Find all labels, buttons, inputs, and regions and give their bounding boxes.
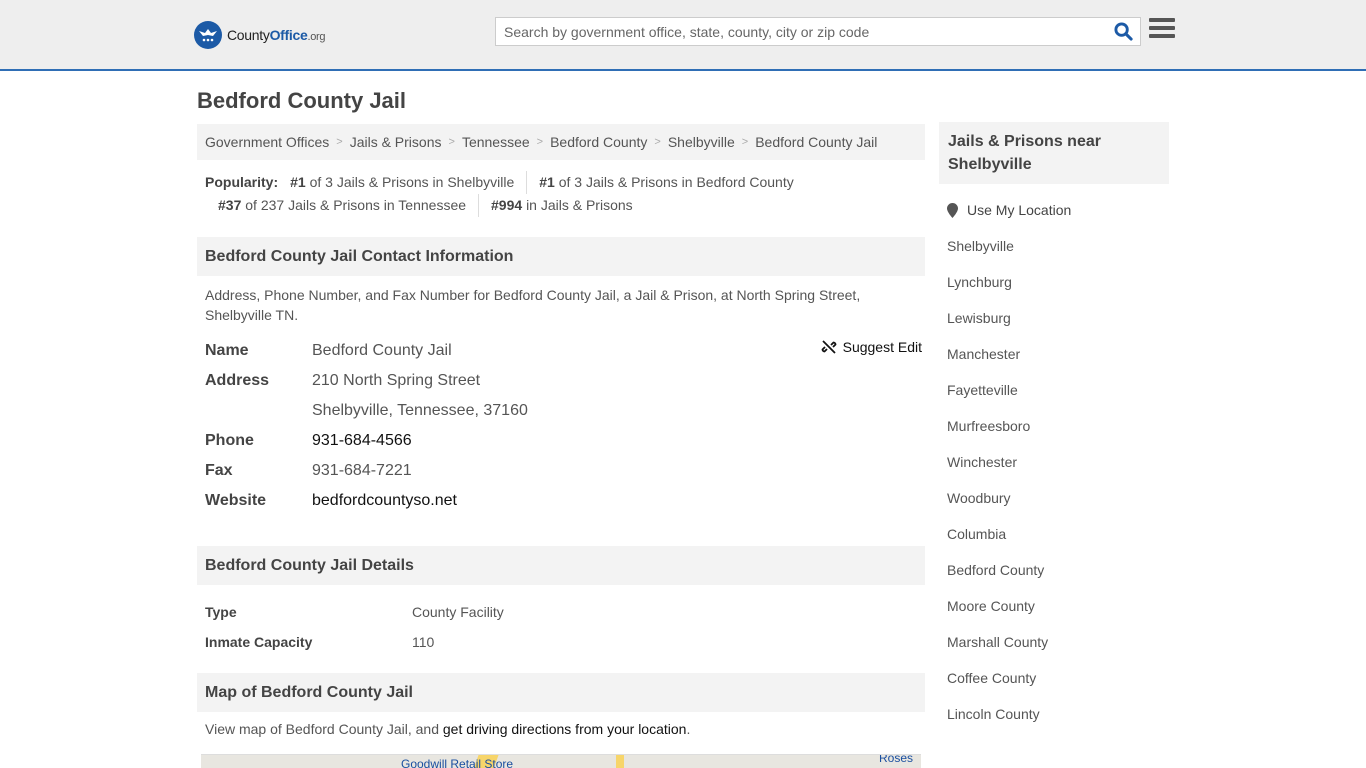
site-header: CountyOffice.org bbox=[0, 0, 1366, 71]
search-input[interactable] bbox=[496, 18, 1106, 45]
chevron-right-icon: > bbox=[336, 136, 343, 148]
contact-heading: Bedford County Jail Contact Information bbox=[197, 237, 925, 276]
driving-directions-link[interactable]: get driving directions from your locatio… bbox=[443, 721, 687, 737]
capacity-label: Inmate Capacity bbox=[205, 634, 313, 650]
name-value: Bedford County Jail bbox=[312, 342, 452, 359]
suggest-edit-link[interactable]: Suggest Edit bbox=[843, 339, 922, 355]
search-button[interactable] bbox=[1106, 18, 1140, 45]
details-table: Type County Facility Inmate Capacity 110 bbox=[205, 597, 925, 657]
breadcrumb-tennessee[interactable]: Tennessee bbox=[462, 134, 530, 150]
phone-link[interactable]: 931-684-4566 bbox=[312, 432, 412, 449]
sidebar-item-marshall-county[interactable]: Marshall County bbox=[947, 634, 1048, 650]
logo-org: .org bbox=[307, 31, 326, 43]
contact-description: Address, Phone Number, and Fax Number fo… bbox=[205, 287, 861, 323]
capacity-value: 110 bbox=[412, 634, 435, 650]
logo-county: County bbox=[227, 27, 270, 43]
name-label: Name bbox=[205, 342, 249, 359]
sidebar-item-bedford-county[interactable]: Bedford County bbox=[947, 562, 1044, 578]
popularity-label: Popularity: bbox=[205, 174, 279, 190]
chevron-right-icon: > bbox=[536, 136, 544, 148]
sidebar-item-fayetteville[interactable]: Fayetteville bbox=[947, 382, 1018, 398]
website-label: Website bbox=[205, 492, 267, 509]
use-location-link[interactable]: Use My Location bbox=[967, 202, 1071, 218]
suggest-edit[interactable]: Suggest Edit bbox=[821, 339, 922, 355]
breadcrumb-shelbyville[interactable]: Shelbyville bbox=[668, 134, 735, 150]
fax-label: Fax bbox=[205, 462, 233, 479]
website-link[interactable]: bedfordcountyso.net bbox=[312, 492, 457, 509]
sidebar-heading: Jails & Prisons near Shelbyville bbox=[939, 122, 1169, 184]
map-description: View map of Bedford County Jail, and get… bbox=[205, 721, 691, 737]
chevron-right-icon: > bbox=[654, 136, 661, 148]
breadcrumb: Government Offices > Jails & Prisons > Ten… bbox=[197, 124, 925, 160]
hamburger-menu-icon[interactable] bbox=[1149, 18, 1175, 42]
sidebar-item-winchester[interactable]: Winchester bbox=[947, 454, 1017, 470]
map-label-store: Goodwill Retail Store bbox=[401, 757, 514, 768]
sidebar-list: Use My Location Shelbyville Lynchburg Le… bbox=[947, 200, 1167, 740]
sidebar-item-manchester[interactable]: Manchester bbox=[947, 346, 1020, 362]
sidebar-item-columbia[interactable]: Columbia bbox=[947, 526, 1006, 542]
logo-office: Office bbox=[269, 27, 308, 43]
use-location[interactable]: Use My Location bbox=[947, 200, 1167, 220]
popularity-rank-county: #1 of 3 Jails & Prisons in Bedford Count… bbox=[539, 174, 794, 190]
unlink-icon bbox=[821, 340, 837, 354]
sidebar-item-murfreesboro[interactable]: Murfreesboro bbox=[947, 418, 1030, 434]
phone-label: Phone bbox=[205, 432, 254, 449]
sidebar-item-lewisburg[interactable]: Lewisburg bbox=[947, 310, 1011, 326]
fax-value: 931-684-7221 bbox=[312, 462, 412, 479]
type-value: County Facility bbox=[412, 604, 504, 620]
search-icon bbox=[1113, 22, 1133, 41]
breadcrumb-current: Bedford County Jail bbox=[755, 134, 878, 150]
logo-text: CountyOffice.org bbox=[227, 27, 326, 43]
chevron-right-icon: > bbox=[741, 136, 749, 148]
search-bar bbox=[495, 17, 1141, 46]
map-heading: Map of Bedford County Jail bbox=[197, 673, 925, 712]
sidebar-item-shelbyville[interactable]: Shelbyville bbox=[947, 238, 1014, 254]
address-line2: Shelbyville, Tennessee, 37160 bbox=[312, 402, 528, 419]
breadcrumb-government-offices[interactable]: Government Offices bbox=[205, 134, 329, 150]
type-label: Type bbox=[205, 604, 237, 620]
popularity: Popularity: #1 of 3 Jails & Prisons in S… bbox=[205, 171, 925, 217]
contact-info: Suggest Edit Name Bedford County Jail Add… bbox=[205, 336, 925, 516]
address-label: Address bbox=[205, 372, 270, 389]
logo-eagle-icon bbox=[194, 21, 222, 49]
page-title: Bedford County Jail bbox=[197, 88, 407, 113]
popularity-rank-state: #37 of 237 Jails & Prisons in Tennessee bbox=[218, 194, 480, 217]
site-logo[interactable]: CountyOffice.org bbox=[194, 21, 326, 49]
location-pin-icon bbox=[947, 202, 958, 218]
address-line1: 210 North Spring Street bbox=[312, 372, 481, 389]
popularity-rank-national: #994 in Jails & Prisons bbox=[491, 197, 633, 213]
popularity-rank-city: #1 of 3 Jails & Prisons in Shelbyville bbox=[290, 171, 528, 194]
sidebar-item-moore-county[interactable]: Moore County bbox=[947, 598, 1035, 614]
sidebar-item-lynchburg[interactable]: Lynchburg bbox=[947, 274, 1012, 290]
breadcrumb-bedford-county[interactable]: Bedford County bbox=[550, 134, 647, 150]
chevron-right-icon: > bbox=[448, 136, 455, 148]
sidebar-item-lincoln-county[interactable]: Lincoln County bbox=[947, 706, 1040, 722]
details-heading: Bedford County Jail Details bbox=[197, 546, 925, 585]
map-view[interactable]: Goodwill Retail Store Roses bbox=[201, 754, 921, 768]
sidebar-item-woodbury[interactable]: Woodbury bbox=[947, 490, 1011, 506]
map-label-roses: Roses bbox=[879, 754, 914, 765]
sidebar-item-coffee-county[interactable]: Coffee County bbox=[947, 670, 1036, 686]
breadcrumb-jails-prisons[interactable]: Jails & Prisons bbox=[350, 134, 442, 150]
